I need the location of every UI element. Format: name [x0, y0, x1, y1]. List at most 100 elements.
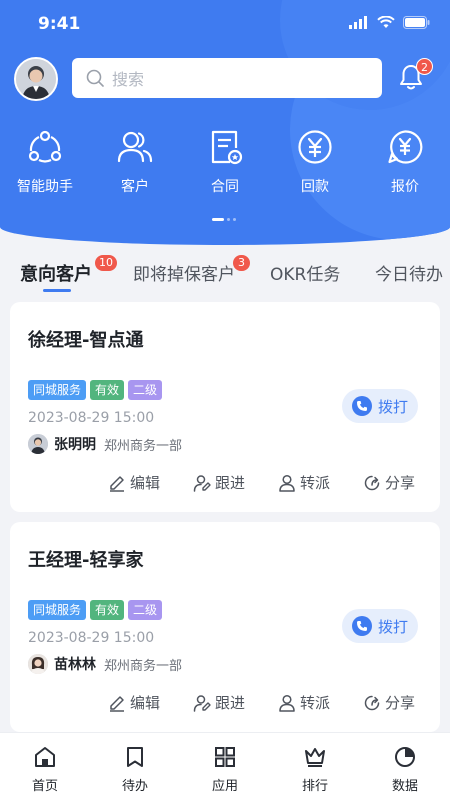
quick-action-label: 合同: [211, 179, 239, 195]
signal-icon: [349, 16, 367, 29]
tab-label: 意向客户: [20, 264, 92, 285]
transfer-icon: [278, 474, 296, 492]
share-label: 分享: [385, 694, 416, 712]
share-button[interactable]: 分享: [363, 472, 448, 493]
edit-button[interactable]: 编辑: [108, 692, 193, 713]
page-dot: [233, 218, 236, 221]
status-icons: [349, 16, 430, 29]
notification-badge: 2: [416, 58, 433, 75]
tag-level: 二级: [128, 600, 163, 620]
wifi-icon: [377, 16, 395, 28]
tag-status: 有效: [90, 600, 125, 620]
tag-level: 二级: [128, 380, 163, 400]
follow-icon: [193, 694, 211, 712]
transfer-button[interactable]: 转派: [278, 472, 363, 493]
nav-label: 数据: [391, 779, 418, 794]
quote-icon: [388, 130, 423, 164]
data-icon: [395, 747, 415, 767]
ranking-icon: [305, 748, 325, 767]
user-avatar[interactable]: [14, 57, 58, 101]
page-indicator: [212, 218, 236, 221]
call-button[interactable]: 拨打: [342, 389, 418, 423]
share-button[interactable]: 分享: [363, 692, 448, 713]
quick-action-label: 客户: [121, 179, 149, 195]
call-label: 拨打: [377, 397, 408, 416]
quick-action-label: 报价: [391, 179, 419, 195]
customer-date: 2023-08-29 15:00: [28, 410, 155, 426]
tab-okr-tasks[interactable]: OKR任务: [270, 260, 340, 285]
transfer-label: 转派: [300, 694, 331, 712]
search-placeholder: 搜索: [112, 70, 145, 89]
customers-icon: [117, 131, 153, 163]
tab-badge: 3: [233, 255, 250, 271]
owner-department: 郑州商务一部: [104, 658, 183, 674]
customer-title: 王经理-轻享家: [28, 550, 144, 571]
nav-label: 排行: [301, 779, 328, 794]
customer-card[interactable]: 王经理-轻享家 同城服务 有效 二级 2023-08-29 15:00 苗林林 …: [10, 522, 440, 732]
quick-action-label: 智能助手: [17, 179, 73, 195]
quick-action-payment[interactable]: 回款: [270, 128, 360, 198]
tab-today-todo[interactable]: 今日待办: [375, 260, 443, 285]
battery-icon: [403, 16, 430, 29]
tab-badge: 10: [95, 255, 117, 271]
call-button[interactable]: 拨打: [342, 609, 418, 643]
page-dot-active: [212, 218, 224, 221]
assistant-icon: [28, 130, 62, 163]
customer-tags: 同城服务 有效 二级: [28, 380, 163, 400]
quick-action-customers[interactable]: 客户: [90, 128, 180, 198]
tab-intent-customers[interactable]: 意向客户 10: [20, 255, 117, 286]
nav-label: 应用: [211, 779, 238, 794]
owner-avatar: [28, 654, 48, 674]
follow-button[interactable]: 跟进: [193, 472, 278, 493]
card-actions: 编辑 跟进 转派 分享: [108, 692, 448, 713]
quick-action-label: 回款: [301, 179, 329, 195]
status-time: 9:41: [38, 14, 81, 34]
customer-date: 2023-08-29 15:00: [28, 630, 155, 646]
tag-service: 同城服务: [28, 380, 87, 400]
status-bar: 9:41: [0, 0, 450, 48]
share-label: 分享: [385, 474, 416, 492]
tab-expiring-customers[interactable]: 即将掉保客户 3: [133, 255, 250, 285]
search-icon: [86, 69, 104, 87]
owner-department: 郑州商务一部: [104, 438, 183, 454]
edit-button[interactable]: 编辑: [108, 472, 193, 493]
nav-home[interactable]: 首页: [0, 733, 90, 800]
contract-icon: [211, 130, 243, 165]
follow-label: 跟进: [215, 694, 246, 712]
customer-card[interactable]: 徐经理-智点通 同城服务 有效 二级 2023-08-29 15:00 张明明 …: [10, 302, 440, 512]
transfer-icon: [278, 694, 296, 712]
follow-icon: [193, 474, 211, 492]
follow-button[interactable]: 跟进: [193, 692, 278, 713]
edit-label: 编辑: [130, 474, 161, 492]
owner-avatar: [28, 434, 48, 454]
quick-action-assistant[interactable]: 智能助手: [0, 128, 90, 198]
quick-action-quote[interactable]: 报价: [360, 128, 450, 198]
quick-action-contract[interactable]: 合同: [180, 128, 270, 198]
top-bar: 搜索 2: [0, 55, 450, 103]
tab-label: 今日待办: [375, 265, 443, 285]
share-icon: [363, 694, 381, 712]
transfer-button[interactable]: 转派: [278, 692, 363, 713]
nav-apps[interactable]: 应用: [180, 733, 270, 800]
search-box[interactable]: 搜索: [72, 58, 382, 98]
tab-label: OKR任务: [270, 265, 341, 285]
notification-button[interactable]: 2: [398, 58, 433, 93]
tab-underline: [43, 289, 71, 292]
phone-icon: [351, 616, 372, 636]
nav-ranking[interactable]: 排行: [270, 733, 360, 800]
nav-label: 待办: [121, 779, 148, 794]
nav-data[interactable]: 数据: [360, 733, 450, 800]
owner-name: 张明明: [54, 437, 96, 453]
owner: 张明明 郑州商务一部: [28, 434, 182, 454]
apps-icon: [215, 747, 235, 767]
card-actions: 编辑 跟进 转派 分享: [108, 472, 448, 493]
call-label: 拨打: [377, 617, 408, 636]
todo-icon: [127, 747, 143, 767]
edit-icon: [108, 474, 126, 492]
nav-todo[interactable]: 待办: [90, 733, 180, 800]
payment-icon: [298, 130, 332, 164]
follow-label: 跟进: [215, 474, 246, 492]
edit-icon: [108, 694, 126, 712]
owner: 苗林林 郑州商务一部: [28, 654, 182, 674]
tab-bar: 意向客户 10 即将掉保客户 3 OKR任务 今日待办: [0, 250, 450, 296]
